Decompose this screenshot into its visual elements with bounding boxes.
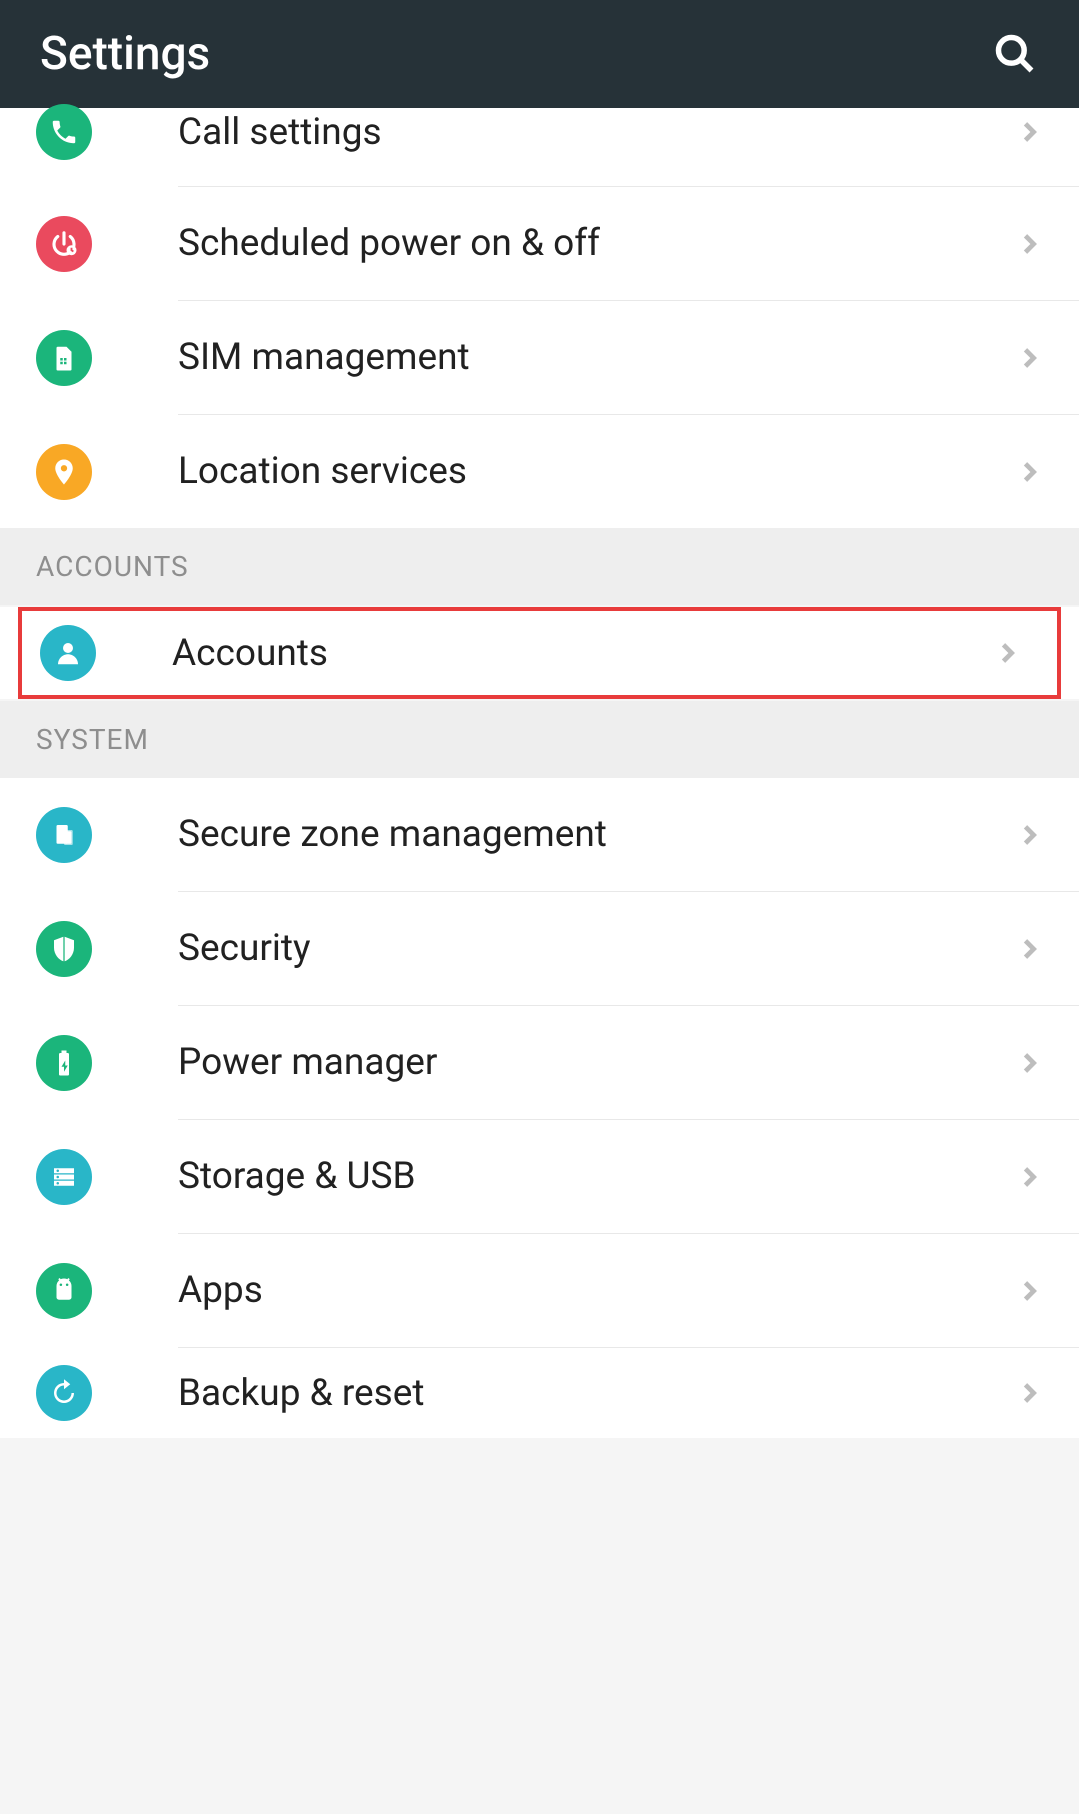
list-item-storage-usb[interactable]: Storage & USB	[0, 1120, 1079, 1233]
refresh-icon	[36, 1365, 92, 1421]
settings-group-device: Call settings Scheduled power on & off S…	[0, 108, 1079, 528]
chevron-right-icon	[1015, 230, 1043, 258]
list-item-security[interactable]: Security	[0, 892, 1079, 1005]
phone-icon	[36, 104, 92, 160]
chevron-right-icon	[993, 639, 1021, 667]
list-item-sim-management[interactable]: SIM management	[0, 301, 1079, 414]
location-icon	[36, 444, 92, 500]
list-item-label: SIM management	[178, 336, 1015, 379]
chevron-right-icon	[1015, 344, 1043, 372]
shield-icon	[36, 921, 92, 977]
chevron-right-icon	[1015, 118, 1043, 146]
list-item-label: Backup & reset	[178, 1372, 1015, 1415]
list-item-power-manager[interactable]: Power manager	[0, 1006, 1079, 1119]
list-item-label: Secure zone management	[178, 813, 1015, 856]
list-item-label: Apps	[178, 1269, 1015, 1312]
list-item-label: Location services	[178, 450, 1015, 493]
list-item-call-settings[interactable]: Call settings	[0, 108, 1079, 186]
page-title: Settings	[40, 27, 210, 81]
list-item-label: Power manager	[178, 1041, 1015, 1084]
list-item-secure-zone[interactable]: Secure zone management	[0, 778, 1079, 891]
devices-icon	[36, 807, 92, 863]
power-clock-icon	[36, 216, 92, 272]
list-item-label: Scheduled power on & off	[178, 222, 1015, 265]
list-item-scheduled-power[interactable]: Scheduled power on & off	[0, 187, 1079, 300]
list-item-backup-reset[interactable]: Backup & reset	[0, 1348, 1079, 1438]
search-icon[interactable]	[991, 30, 1039, 78]
chevron-right-icon	[1015, 1379, 1043, 1407]
settings-group-accounts: Accounts	[0, 607, 1079, 699]
sim-icon	[36, 330, 92, 386]
list-item-label: Call settings	[178, 111, 1015, 154]
chevron-right-icon	[1015, 821, 1043, 849]
list-item-apps[interactable]: Apps	[0, 1234, 1079, 1347]
person-icon	[40, 625, 96, 681]
list-item-label: Storage & USB	[178, 1155, 1015, 1198]
settings-group-system: Secure zone management Security Power ma…	[0, 778, 1079, 1438]
section-header-accounts: ACCOUNTS	[0, 528, 1079, 605]
list-item-accounts[interactable]: Accounts	[18, 607, 1061, 699]
chevron-right-icon	[1015, 458, 1043, 486]
battery-icon	[36, 1035, 92, 1091]
section-header-system: SYSTEM	[0, 701, 1079, 778]
list-item-location-services[interactable]: Location services	[0, 415, 1079, 528]
storage-icon	[36, 1149, 92, 1205]
chevron-right-icon	[1015, 1163, 1043, 1191]
list-item-label: Security	[178, 927, 1015, 970]
chevron-right-icon	[1015, 935, 1043, 963]
list-item-label: Accounts	[172, 632, 993, 675]
chevron-right-icon	[1015, 1049, 1043, 1077]
chevron-right-icon	[1015, 1277, 1043, 1305]
app-header: Settings	[0, 0, 1079, 108]
android-icon	[36, 1263, 92, 1319]
